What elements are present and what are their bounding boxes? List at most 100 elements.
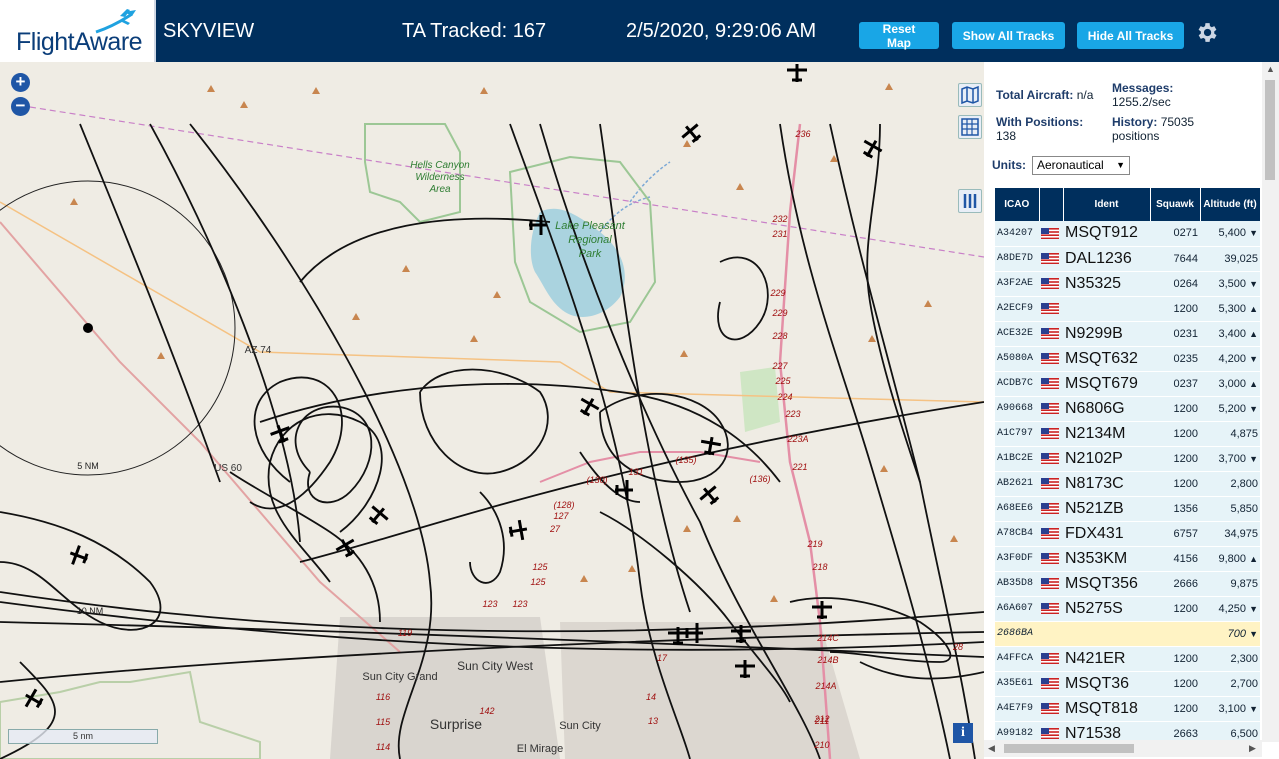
trend-icon: ▲: [1249, 378, 1258, 389]
cell-flag: [1039, 596, 1063, 622]
table-row[interactable]: A8DE7D DAL1236 7644 39,025: [995, 246, 1260, 272]
map-label: 236: [794, 129, 810, 139]
map-label: 5 NM: [77, 461, 99, 471]
us-flag-icon: [1041, 303, 1059, 315]
cell-altitude: 3,000 ▲: [1200, 371, 1260, 397]
map-label: 227: [771, 361, 788, 371]
us-flag-icon: [1041, 227, 1059, 239]
table-row[interactable]: A1C797 N2134M 1200 4,875: [995, 421, 1260, 447]
col-flag[interactable]: [1039, 188, 1064, 221]
scrollbar-thumb[interactable]: [1265, 80, 1275, 180]
cell-flag: [1039, 471, 1063, 497]
info-icon[interactable]: i: [953, 723, 973, 743]
cell-flag: [1039, 421, 1063, 447]
cell-icao: A90668: [995, 396, 1039, 422]
zoom-out-button[interactable]: −: [11, 97, 30, 116]
gear-icon[interactable]: [1194, 20, 1219, 45]
map-label: 228: [771, 331, 787, 341]
us-flag-icon: [1041, 403, 1059, 415]
cell-ident: N521ZB: [1063, 496, 1150, 522]
cell-flag: [1039, 446, 1063, 472]
show-all-tracks-button[interactable]: Show All Tracks: [952, 22, 1065, 49]
grid-icon[interactable]: [958, 115, 982, 139]
table-row[interactable]: A3F2AE N35325 0264 3,500 ▼: [995, 271, 1260, 297]
trend-icon: ▲: [1249, 328, 1258, 339]
cell-altitude: 3,500 ▼: [1200, 271, 1260, 297]
map-labels: Hells CanyonWildernessArea Lake Pleasant R…: [77, 129, 963, 755]
cell-squawk: 0235: [1150, 346, 1200, 372]
table-row[interactable]: A4FFCA N421ER 1200 2,300: [995, 646, 1260, 672]
map-label: 123: [512, 599, 527, 609]
col-icao[interactable]: ICAO: [995, 188, 1040, 221]
map-layers-icon[interactable]: [958, 83, 982, 107]
table-row[interactable]: 2686BA 700 ▼: [995, 621, 1260, 647]
column-toggle-icon[interactable]: [958, 189, 982, 213]
table-row[interactable]: A90668 N6806G 1200 5,200 ▼: [995, 396, 1260, 422]
cell-flag: [1039, 646, 1063, 672]
col-altitude[interactable]: Altitude (ft): [1200, 188, 1261, 221]
zoom-in-button[interactable]: +: [11, 73, 30, 92]
cell-altitude: 5,400 ▼: [1200, 221, 1260, 247]
table-row[interactable]: ACE32E N9299B 0231 3,400 ▲: [995, 321, 1260, 347]
table-row[interactable]: A1BC2E N2102P 1200 3,700 ▼: [995, 446, 1260, 472]
map-label: 218: [811, 562, 827, 572]
table-row[interactable]: AB35D8 MSQT356 2666 9,875: [995, 571, 1260, 597]
map-area[interactable]: Hells Canyon Wilderness Area Lake Pleasant R…: [0, 62, 984, 759]
table-row[interactable]: A2ECF9 1200 5,300 ▲: [995, 296, 1260, 322]
scroll-right-icon[interactable]: ▶: [1249, 743, 1256, 754]
table-row[interactable]: A78CB4 FDX431 6757 34,975: [995, 521, 1260, 547]
units-select[interactable]: Aeronautical ▼: [1032, 156, 1130, 175]
cell-icao: A3F0DF: [995, 546, 1039, 572]
datetime-display: 2/5/2020, 9:29:06 AM: [626, 20, 817, 42]
cell-icao: AB2621: [995, 471, 1039, 497]
cell-icao: A4FFCA: [995, 646, 1039, 672]
map-label: 127: [553, 511, 569, 521]
vertical-scrollbar[interactable]: ▲: [1262, 62, 1279, 742]
table-row[interactable]: A35E61 MSQT36 1200 2,700: [995, 671, 1260, 697]
table-row[interactable]: A5080A MSQT632 0235 4,200 ▼: [995, 346, 1260, 372]
map-label: 142: [479, 706, 494, 716]
trend-icon: ▼: [1249, 353, 1258, 364]
map-label: 131: [628, 467, 643, 477]
trend-icon: ▼: [1249, 453, 1258, 464]
hide-all-tracks-button[interactable]: Hide All Tracks: [1077, 22, 1184, 49]
map-label: Park: [579, 248, 602, 260]
map-label: 229: [771, 308, 787, 318]
cell-squawk: 1200: [1150, 446, 1200, 472]
table-row[interactable]: A6A607 N5275S 1200 4,250 ▼: [995, 596, 1260, 622]
scroll-up-icon[interactable]: ▲: [1266, 64, 1275, 74]
map-label: US 60: [214, 463, 242, 474]
horizontal-scrollbar[interactable]: ◀ ▶: [984, 740, 1262, 757]
map-label: (136): [749, 474, 770, 484]
cell-flag: [1039, 546, 1063, 572]
us-flag-icon: [1041, 553, 1059, 565]
scrollbar-thumb[interactable]: [1004, 744, 1134, 753]
cell-icao: A34207: [995, 221, 1039, 247]
map-label: 17: [657, 653, 668, 663]
trend-icon: ▼: [1249, 703, 1258, 714]
table-row[interactable]: A3F0DF N353KM 4156 9,800 ▲: [995, 546, 1260, 572]
cell-icao: A68EE6: [995, 496, 1039, 522]
cell-altitude: 4,250 ▼: [1200, 596, 1260, 622]
table-row[interactable]: AB2621 N8173C 1200 2,800: [995, 471, 1260, 497]
cell-altitude: 9,875: [1200, 571, 1260, 597]
reset-map-button[interactable]: Reset Map: [859, 22, 939, 50]
table-row[interactable]: A34207 MSQT912 0271 5,400 ▼: [995, 221, 1260, 247]
map-canvas[interactable]: Hells CanyonWildernessArea Lake Pleasant R…: [0, 62, 984, 759]
table-row[interactable]: A4E7F9 MSQT818 1200 3,100 ▼: [995, 696, 1260, 722]
table-body: A34207 MSQT912 0271 5,400 ▼ A8DE7D DAL1236 764…: [995, 221, 1260, 747]
map-label: 14: [646, 692, 656, 702]
table-row[interactable]: A68EE6 N521ZB 1356 5,850: [995, 496, 1260, 522]
cell-ident: MSQT818: [1063, 696, 1150, 722]
us-flag-icon: [1041, 353, 1059, 365]
table-row[interactable]: ACDB7C MSQT679 0237 3,000 ▲: [995, 371, 1260, 397]
cell-ident: MSQT912: [1063, 221, 1150, 247]
us-flag-icon: [1041, 728, 1059, 740]
col-squawk[interactable]: Squawk: [1150, 188, 1201, 221]
range-ring-5nm: [0, 180, 236, 476]
scroll-left-icon[interactable]: ◀: [988, 743, 995, 754]
flightaware-logo[interactable]: FlightAware: [0, 0, 156, 62]
aircraft-table[interactable]: ICAO Ident Squawk Altitude (ft) A34207 MS…: [995, 188, 1261, 747]
cell-flag: [1039, 221, 1063, 247]
col-ident[interactable]: Ident: [1063, 188, 1151, 221]
